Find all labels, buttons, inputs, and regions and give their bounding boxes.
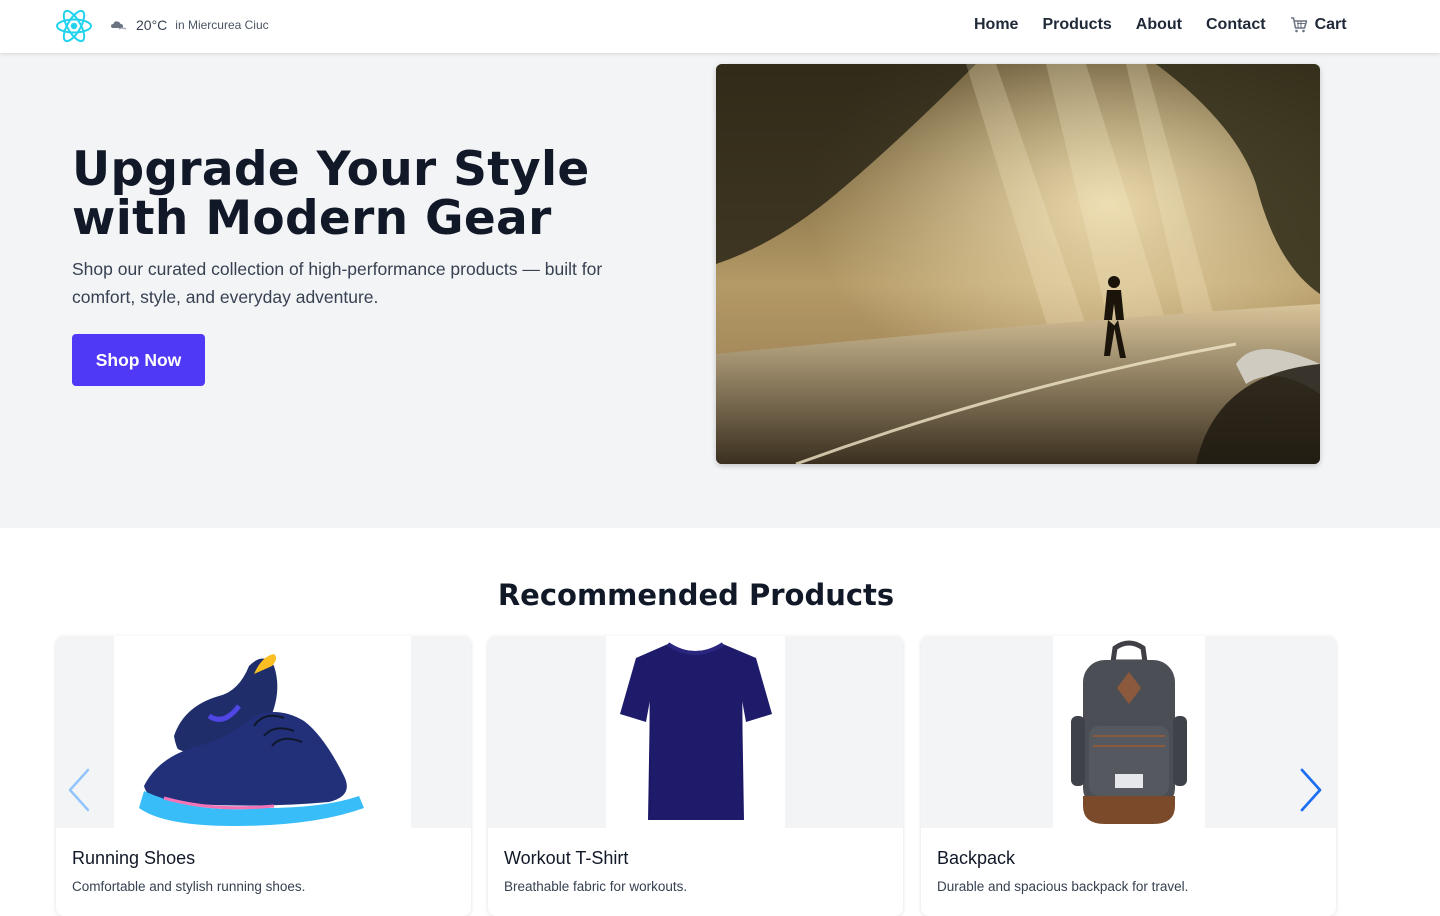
tshirt-image [620, 642, 772, 820]
nav-home[interactable]: Home [974, 16, 1018, 34]
product-card-backpack[interactable]: Backpack Durable and spacious backpack f… [921, 636, 1336, 916]
product-image [56, 636, 471, 828]
backpack-image [1071, 640, 1187, 824]
hero-image [716, 64, 1320, 464]
hero-runner-photo [716, 64, 1320, 464]
nav-cart[interactable]: Cart [1290, 16, 1347, 34]
product-name[interactable]: Backpack [937, 848, 1015, 869]
product-name[interactable]: Running Shoes [72, 848, 195, 869]
hero-title: Upgrade Your Style with Modern Gear [72, 142, 590, 246]
weather-location: in Miercurea Ciuc [175, 18, 269, 32]
carousel-next-arrow-icon[interactable] [1296, 766, 1326, 814]
main-nav: Home Products About Contact Cart [974, 16, 1347, 34]
product-description: Breathable fabric for workouts. [504, 879, 688, 894]
cart-label: Cart [1314, 16, 1347, 33]
cloud-icon [111, 21, 127, 30]
product-image [921, 636, 1336, 828]
nav-products[interactable]: Products [1042, 16, 1111, 34]
weather-widget: 20°C in Miercurea Ciuc [110, 17, 269, 33]
cart-icon [1290, 17, 1307, 33]
nav-about[interactable]: About [1136, 16, 1182, 34]
running-shoes-image [139, 654, 364, 826]
product-card-running-shoes[interactable]: Running Shoes Comfortable and stylish ru… [56, 636, 471, 916]
product-description: Comfortable and stylish running shoes. [72, 879, 306, 894]
weather-temperature: 20°C [136, 17, 168, 33]
product-name[interactable]: Workout T-Shirt [504, 848, 628, 869]
nav-contact[interactable]: Contact [1206, 16, 1266, 34]
product-description: Durable and spacious backpack for travel… [937, 879, 1189, 894]
hero-subtitle: Shop our curated collection of high-perf… [72, 259, 603, 307]
react-logo-icon[interactable] [55, 7, 93, 45]
product-image [488, 636, 903, 828]
hero-section: Upgrade Your Style with Modern Gear Shop… [0, 53, 1440, 528]
navbar: 20°C in Miercurea Ciuc Home Products Abo… [0, 0, 1440, 53]
shop-now-button[interactable]: Shop Now [72, 334, 205, 386]
carousel-prev-arrow-icon[interactable] [64, 766, 94, 814]
product-card-workout-tshirt[interactable]: Workout T-Shirt Breathable fabric for wo… [488, 636, 903, 916]
recommended-title: Recommended Products [497, 578, 895, 612]
